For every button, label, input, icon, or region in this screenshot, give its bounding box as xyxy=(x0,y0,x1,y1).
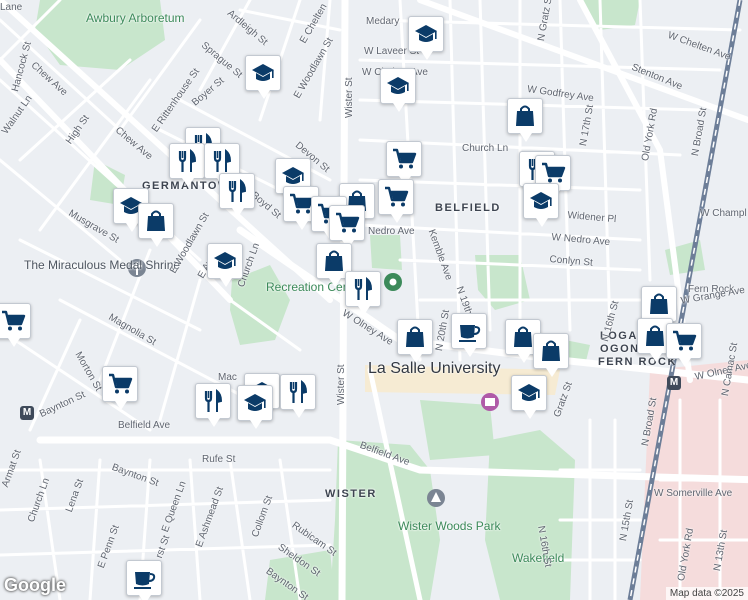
la-salle-university-label: La Salle University xyxy=(368,360,501,377)
street-label: Lane xyxy=(0,2,23,13)
belfield-label: BELFIELD xyxy=(435,202,501,214)
street-label: Rufe St xyxy=(202,454,236,465)
restaurant-pin[interactable] xyxy=(219,173,255,217)
shopping-pin[interactable] xyxy=(138,203,174,247)
bag-icon xyxy=(325,250,343,271)
street-label: Wister St xyxy=(344,77,355,118)
fern-rock-neighborhood-label: FERN ROCK xyxy=(598,356,677,368)
street-label: Church Ln xyxy=(462,143,509,154)
recreation-marker xyxy=(384,273,402,291)
street-label: Mac xyxy=(218,372,237,383)
metro-station-icon: M xyxy=(667,376,681,390)
school-icon xyxy=(252,64,274,81)
school-icon xyxy=(214,252,236,269)
cafe-pin[interactable] xyxy=(451,313,487,357)
school-pin[interactable] xyxy=(523,183,559,227)
cart-icon xyxy=(336,212,360,233)
fork-icon xyxy=(354,276,373,300)
bag-icon xyxy=(542,340,560,361)
grocery-pin[interactable] xyxy=(102,366,138,410)
cart-icon xyxy=(385,186,409,207)
cart-icon xyxy=(2,310,26,331)
bag-icon xyxy=(516,105,534,126)
wister-label: WISTER xyxy=(325,488,377,500)
park-marker xyxy=(427,489,445,507)
bag-icon xyxy=(147,210,165,231)
street-label: Belfield Ave xyxy=(118,420,171,431)
school-icon xyxy=(387,77,409,94)
map-canvas[interactable]: Awbury Arboretum GERMANTOWN BELFIELD LOG… xyxy=(0,0,748,600)
school-pin[interactable] xyxy=(408,16,444,60)
cart-icon xyxy=(673,330,697,351)
street-label: Wister St xyxy=(336,364,347,405)
awbury-arboretum-label: Awbury Arboretum xyxy=(86,11,185,25)
street-label: W Somerville Ave xyxy=(654,488,733,499)
fork-icon xyxy=(204,388,223,412)
shopping-pin[interactable] xyxy=(641,286,677,330)
grocery-pin[interactable] xyxy=(378,179,414,223)
restaurant-pin[interactable] xyxy=(280,374,316,418)
restaurant-pin[interactable] xyxy=(345,271,381,315)
wister-woods-park-label: Wister Woods Park xyxy=(398,519,501,533)
school-pin[interactable] xyxy=(380,68,416,112)
street-label: Nedro Ave xyxy=(368,226,415,237)
cart-icon xyxy=(109,373,133,394)
miraculous-medal-shrine-label: The Miraculous Medal Shrine xyxy=(24,258,181,272)
street-label: W Champl xyxy=(700,208,747,219)
street-label: Medary xyxy=(366,16,400,27)
shopping-pin[interactable] xyxy=(397,319,433,363)
grocery-pin[interactable] xyxy=(329,205,365,249)
shopping-pin[interactable] xyxy=(533,333,569,377)
fork-icon xyxy=(178,148,197,172)
school-pin[interactable] xyxy=(245,55,281,99)
grocery-pin[interactable] xyxy=(0,303,31,347)
cup-icon xyxy=(134,572,156,589)
restaurant-pin[interactable] xyxy=(169,143,205,187)
school-icon xyxy=(415,25,437,42)
bag-icon xyxy=(650,293,668,314)
school-icon xyxy=(518,384,540,401)
school-pin[interactable] xyxy=(237,385,273,429)
map-attribution: Map data ©2025 xyxy=(665,587,748,600)
cafe-pin[interactable] xyxy=(126,560,162,600)
fork-icon xyxy=(228,178,247,202)
cart-icon xyxy=(393,148,417,169)
restaurant-pin[interactable] xyxy=(195,383,231,427)
rail-station-icon: M xyxy=(20,406,34,420)
school-icon xyxy=(530,192,552,209)
wakefield-label: Wakefield xyxy=(512,551,565,565)
cup-icon xyxy=(459,325,481,342)
grocery-pin[interactable] xyxy=(386,141,422,185)
grocery-pin[interactable] xyxy=(666,323,702,367)
fork-icon xyxy=(213,148,232,172)
bag-icon xyxy=(646,325,664,346)
shopping-pin[interactable] xyxy=(507,98,543,142)
school-pin[interactable] xyxy=(207,243,243,287)
university-marker xyxy=(481,393,499,411)
fork-icon xyxy=(289,379,308,403)
google-logo: Google xyxy=(4,575,66,595)
school-pin[interactable] xyxy=(511,375,547,419)
bag-icon xyxy=(406,326,424,347)
school-icon xyxy=(244,394,266,411)
